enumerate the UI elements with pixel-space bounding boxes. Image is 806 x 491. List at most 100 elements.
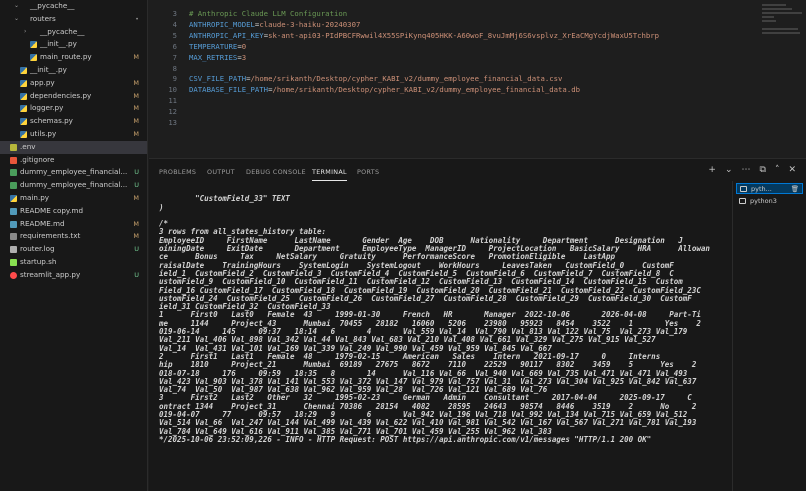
code-line[interactable]: MAX_RETRIES=3 bbox=[189, 52, 246, 63]
explorer-item[interactable]: logger.py M bbox=[0, 102, 147, 115]
git-status-badge: • bbox=[135, 14, 139, 23]
git-status-badge: U bbox=[134, 168, 139, 177]
explorer-item[interactable]: dummy_employee_financial... U bbox=[0, 179, 147, 192]
py-file-icon bbox=[20, 79, 27, 87]
git-status-badge: M bbox=[133, 78, 139, 87]
minimap[interactable] bbox=[762, 2, 802, 62]
explorer-item-label: .gitignore bbox=[20, 154, 55, 164]
terminal-line: ) bbox=[159, 202, 164, 212]
more-icon[interactable]: ⋯ bbox=[742, 165, 751, 175]
st-file-icon bbox=[10, 271, 17, 279]
explorer-item-label: README.md bbox=[20, 218, 65, 228]
git-status-badge: M bbox=[133, 193, 139, 202]
explorer-item[interactable]: startup.sh bbox=[0, 256, 147, 269]
explorer-item[interactable]: app.py M bbox=[0, 77, 147, 90]
code-line[interactable]: ANTHROPIC_MODEL=claude-3-haiku-20240307 bbox=[189, 19, 360, 30]
py-file-icon bbox=[20, 105, 27, 113]
explorer-item-label: utils.py bbox=[30, 128, 57, 138]
explorer-item-label: main_route.py bbox=[40, 52, 92, 62]
code-token: DATABASE_FILE_PATH bbox=[189, 85, 269, 95]
explorer-item[interactable]: .env bbox=[0, 140, 147, 154]
chevron-down-icon: ⌄ bbox=[14, 14, 20, 22]
terminal-line: "CustomField_33" TEXT bbox=[159, 194, 290, 204]
explorer-item-label: schemas.py bbox=[30, 116, 73, 126]
code-token: /home/srikanth/Desktop/cypher_KABI_v2/du… bbox=[250, 74, 563, 84]
code-token: /home/srikanth/Desktop/cypher_KABI_v2/du… bbox=[272, 85, 581, 95]
split-icon[interactable]: ⧉ bbox=[760, 165, 766, 175]
bottom-panel: PROBLEMS OUTPUT DEBUG CONSOLE TERMINAL PORTS… bbox=[149, 158, 806, 491]
git-status-badge: M bbox=[133, 104, 139, 113]
explorer-item-label: app.py bbox=[30, 77, 55, 87]
explorer-item[interactable]: README.md M bbox=[0, 218, 147, 231]
code-token: MAX_RETRIES bbox=[189, 52, 238, 62]
chevron-down-icon: ⌄ bbox=[14, 2, 20, 9]
trash-icon[interactable]: 🗑 bbox=[791, 184, 799, 195]
tab-problems[interactable]: PROBLEMS bbox=[159, 168, 196, 176]
explorer-item[interactable]: README copy.md bbox=[0, 205, 147, 218]
code-token: CSV_FILE_PATH bbox=[189, 74, 247, 84]
explorer-item[interactable]: dummy_employee_financial... U bbox=[0, 166, 147, 179]
git-status-badge: U bbox=[134, 270, 139, 279]
git-file-icon bbox=[10, 156, 17, 164]
code-token: # Anthropic Claude LLM Configuration bbox=[189, 9, 348, 18]
line-number: 12 bbox=[168, 107, 177, 117]
git-status-badge: M bbox=[133, 117, 139, 126]
explorer-item[interactable]: › __pycache__ bbox=[0, 26, 147, 39]
explorer-item-label: dummy_employee_financial... bbox=[20, 180, 128, 190]
explorer-item[interactable]: main.py M bbox=[0, 192, 147, 205]
py-file-icon bbox=[30, 41, 37, 49]
panel-tabs: PROBLEMS OUTPUT DEBUG CONSOLE TERMINAL PORTS bbox=[149, 159, 729, 185]
explorer-item[interactable]: utils.py M bbox=[0, 128, 147, 141]
git-status-badge: M bbox=[133, 91, 139, 100]
code-token: claude-3-haiku-20240307 bbox=[259, 19, 361, 29]
explorer-item[interactable]: streamlit_app.py U bbox=[0, 269, 147, 282]
line-number: 6 bbox=[172, 41, 177, 51]
terminal-icon bbox=[740, 186, 747, 192]
explorer-item[interactable]: ⌄ routers • bbox=[0, 13, 147, 26]
terminal-instance[interactable]: pyth... 🗑 bbox=[736, 183, 803, 194]
tab-terminal[interactable]: TERMINAL bbox=[312, 168, 347, 181]
code-line[interactable]: ANTHROPIC_API_KEY=sk-ant-api03-PIdPBCFRw… bbox=[189, 30, 659, 41]
terminal-icon bbox=[739, 198, 746, 204]
terminal-list: pyth... 🗑 python3 bbox=[732, 181, 806, 491]
explorer-item-label: dependencies.py bbox=[30, 90, 92, 100]
code-line[interactable]: DATABASE_FILE_PATH=/home/srikanth/Deskto… bbox=[189, 84, 580, 95]
code-token: TEMPERATURE bbox=[189, 41, 238, 51]
git-status-badge: M bbox=[133, 232, 139, 241]
chevron-down-icon[interactable]: ⌄ bbox=[725, 165, 733, 175]
tab-output[interactable]: OUTPUT bbox=[207, 168, 235, 176]
csv-file-icon bbox=[10, 169, 17, 177]
py-file-icon bbox=[20, 118, 27, 126]
line-number: 11 bbox=[168, 96, 177, 106]
py-file-icon bbox=[10, 194, 17, 202]
close-icon[interactable]: ✕ bbox=[788, 165, 796, 175]
explorer-item-label: __init__.py bbox=[30, 64, 67, 74]
git-status-badge: U bbox=[134, 181, 139, 190]
explorer-item-label: startup.sh bbox=[20, 256, 57, 266]
new-terminal-icon[interactable]: + bbox=[708, 165, 716, 175]
sh-file-icon bbox=[10, 258, 17, 266]
explorer-item[interactable]: main_route.py M bbox=[0, 51, 147, 64]
explorer-item[interactable]: schemas.py M bbox=[0, 115, 147, 128]
explorer-item[interactable]: requirements.txt M bbox=[0, 230, 147, 243]
explorer-item-label: routers bbox=[30, 13, 56, 23]
tab-ports[interactable]: PORTS bbox=[357, 168, 379, 176]
explorer-item[interactable]: dependencies.py M bbox=[0, 90, 147, 103]
explorer-item[interactable]: .gitignore bbox=[0, 154, 147, 167]
maximize-icon[interactable]: ˄ bbox=[775, 165, 780, 175]
explorer-item[interactable]: __init__.py bbox=[0, 64, 147, 77]
explorer-item[interactable]: router.log U bbox=[0, 243, 147, 256]
explorer-item-label: router.log bbox=[20, 244, 55, 254]
explorer-item[interactable]: __init__.py bbox=[0, 38, 147, 51]
code-line[interactable]: CSV_FILE_PATH=/home/srikanth/Desktop/cyp… bbox=[189, 73, 562, 84]
explorer-item-label: .env bbox=[20, 141, 36, 151]
code-editor[interactable]: 3 # Anthropic Claude LLM Configuration 4 AN… bbox=[149, 0, 806, 158]
terminal-instance[interactable]: python3 bbox=[736, 196, 803, 207]
explorer-item-label: requirements.txt bbox=[20, 231, 81, 241]
explorer-item[interactable]: ⌄ __pycache__ bbox=[0, 0, 147, 13]
tab-debug-console[interactable]: DEBUG CONSOLE bbox=[246, 168, 306, 176]
code-line[interactable]: TEMPERATURE=0 bbox=[189, 41, 246, 52]
terminal-output[interactable]: "CustomField_33" TEXT)/* 3 rows from all_… bbox=[159, 187, 729, 490]
code-line[interactable]: # Anthropic Claude LLM Configuration bbox=[189, 8, 347, 19]
